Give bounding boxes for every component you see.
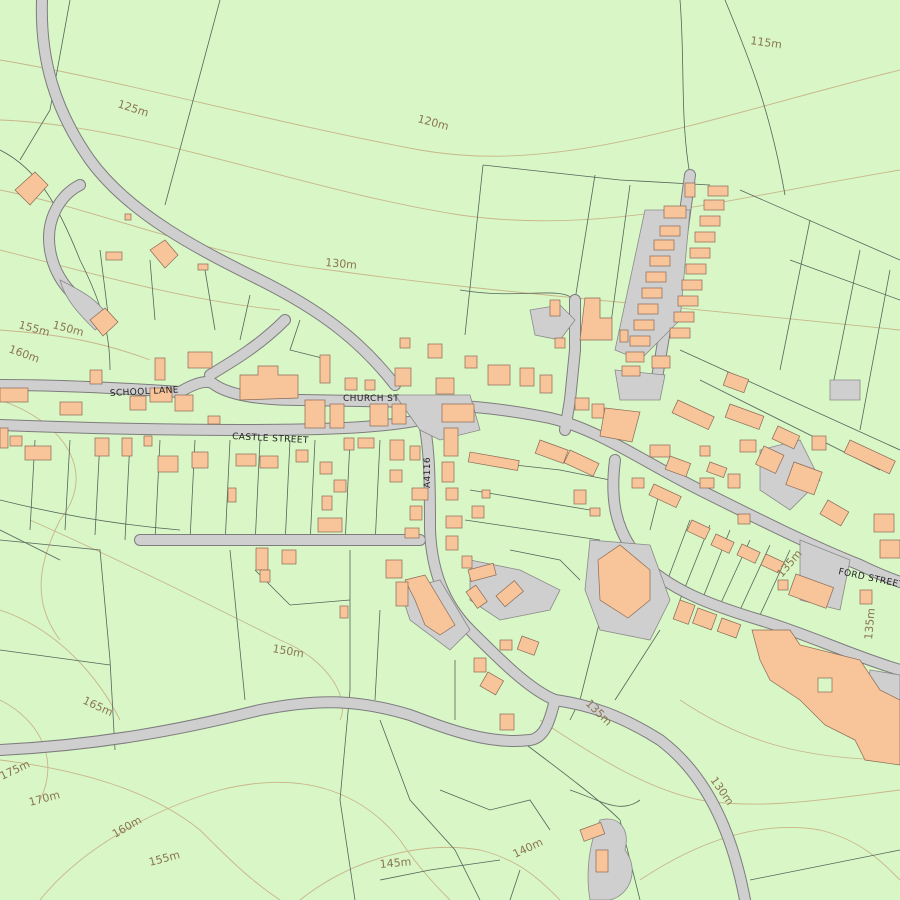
contour-label-155-south: 155m [147, 848, 181, 869]
contour-label-150-south: 150m [271, 642, 304, 660]
contour-label-120: 120m [416, 112, 450, 133]
contour-label-175: 175m [0, 758, 32, 783]
contour-label-165: 165m [81, 694, 115, 719]
contour-label-130: 130m [325, 256, 358, 272]
paved-areas [59, 209, 900, 900]
contour-label-115: 115m [750, 34, 783, 51]
contour-label-170: 170m [27, 788, 61, 809]
contour-label-125: 125m [116, 97, 150, 119]
contour-label-145: 145m [379, 855, 412, 871]
contour-label-140: 140m [511, 836, 545, 861]
contour-label-160: 160m [7, 343, 41, 366]
village-map[interactable]: SCHOOL LANE CHURCH ST CASTLE STREET FORD… [0, 0, 900, 900]
contour-label-135-ford: 135m [862, 608, 878, 641]
contour-label-155: 155m [17, 318, 51, 339]
contour-label-160-south: 160m [110, 813, 144, 840]
a4116-road-label: A4116 [423, 457, 433, 488]
church-street-label: CHURCH ST [343, 394, 399, 404]
